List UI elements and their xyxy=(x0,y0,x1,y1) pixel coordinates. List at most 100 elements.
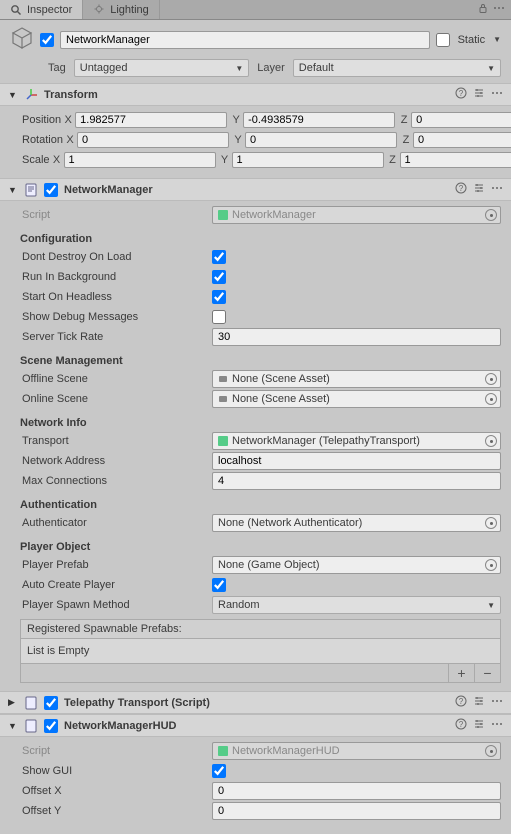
gameobject-enabled-checkbox[interactable] xyxy=(40,33,54,47)
player-prefab-field[interactable]: None (Game Object) xyxy=(212,556,501,574)
spawn-method-dropdown[interactable]: Random▼ xyxy=(212,596,501,614)
object-picker-icon[interactable] xyxy=(485,393,497,405)
axis-z-label: Z xyxy=(397,114,411,126)
script-value: NetworkManager xyxy=(232,209,316,221)
spawnable-empty-text: List is Empty xyxy=(20,639,501,664)
component-enabled-checkbox[interactable] xyxy=(44,183,58,197)
preset-icon[interactable] xyxy=(473,182,485,197)
context-menu-icon[interactable] xyxy=(491,718,503,733)
preset-icon[interactable] xyxy=(473,718,485,733)
add-spawnable-button[interactable]: + xyxy=(448,664,474,682)
script-field: NetworkManagerHUD xyxy=(212,742,501,760)
lock-icon[interactable] xyxy=(477,2,489,17)
transport-label: Transport xyxy=(22,435,212,447)
foldout-icon[interactable]: ▶ xyxy=(8,697,18,708)
context-menu-icon[interactable] xyxy=(491,87,503,102)
transport-field[interactable]: NetworkManager (TelepathyTransport) xyxy=(212,432,501,450)
component-title: NetworkManagerHUD xyxy=(64,720,449,732)
object-picker-icon[interactable] xyxy=(485,517,497,529)
object-picker-icon[interactable] xyxy=(485,373,497,385)
rotation-y-input[interactable] xyxy=(245,132,397,148)
preset-icon[interactable] xyxy=(473,695,485,710)
context-menu-icon[interactable] xyxy=(491,182,503,197)
component-enabled-checkbox[interactable] xyxy=(44,696,58,710)
foldout-icon[interactable]: ▼ xyxy=(8,185,18,195)
scale-x-input[interactable] xyxy=(64,152,216,168)
foldout-icon[interactable]: ▼ xyxy=(8,90,18,100)
scale-label: Scale xyxy=(22,154,50,166)
axis-x-label: X xyxy=(61,114,75,126)
layer-dropdown[interactable]: Default ▼ xyxy=(293,59,501,77)
rotation-label: Rotation xyxy=(22,134,63,146)
offset-x-input[interactable] xyxy=(212,782,501,800)
help-icon[interactable]: ? xyxy=(455,718,467,733)
foldout-icon[interactable]: ▼ xyxy=(8,721,18,731)
help-icon[interactable]: ? xyxy=(455,695,467,710)
component-title: Transform xyxy=(44,89,449,101)
telepathy-header[interactable]: ▶ Telepathy Transport (Script) ? xyxy=(0,691,511,714)
remove-spawnable-button[interactable]: − xyxy=(474,664,500,682)
object-picker-icon[interactable] xyxy=(485,209,497,221)
offline-scene-field[interactable]: None (Scene Asset) xyxy=(212,370,501,388)
show-debug-checkbox[interactable] xyxy=(212,310,226,324)
start-headless-checkbox[interactable] xyxy=(212,290,226,304)
spawnable-prefabs-list: Registered Spawnable Prefabs: List is Em… xyxy=(20,619,501,683)
svg-text:?: ? xyxy=(459,720,464,729)
scale-y-input[interactable] xyxy=(232,152,384,168)
show-gui-label: Show GUI xyxy=(22,765,212,777)
spawn-method-label: Player Spawn Method xyxy=(22,599,212,611)
hud-header[interactable]: ▼ NetworkManagerHUD ? xyxy=(0,714,511,737)
static-dropdown-arrow[interactable]: ▼ xyxy=(493,35,501,44)
position-z-input[interactable] xyxy=(411,112,511,128)
offset-y-label: Offset Y xyxy=(22,805,212,817)
max-conn-input[interactable] xyxy=(212,472,501,490)
component-title: NetworkManager xyxy=(64,184,449,196)
static-checkbox[interactable] xyxy=(436,33,450,47)
script-label: Script xyxy=(22,745,212,757)
component-enabled-checkbox[interactable] xyxy=(44,719,58,733)
show-debug-label: Show Debug Messages xyxy=(22,311,212,323)
spawnable-header: Registered Spawnable Prefabs: xyxy=(20,619,501,639)
rotation-x-input[interactable] xyxy=(77,132,229,148)
position-label: Position xyxy=(22,114,61,126)
authentication-section: Authentication xyxy=(20,499,501,511)
online-scene-field[interactable]: None (Scene Asset) xyxy=(212,390,501,408)
tab-inspector[interactable]: Inspector xyxy=(0,0,83,19)
offset-y-input[interactable] xyxy=(212,802,501,820)
object-picker-icon[interactable] xyxy=(485,435,497,447)
offset-x-label: Offset X xyxy=(22,785,212,797)
tick-rate-input[interactable] xyxy=(212,328,501,346)
help-icon[interactable]: ? xyxy=(455,87,467,102)
networkmanager-header[interactable]: ▼ NetworkManager ? xyxy=(0,178,511,201)
help-icon[interactable]: ? xyxy=(455,182,467,197)
online-scene-label: Online Scene xyxy=(22,393,212,405)
max-conn-label: Max Connections xyxy=(22,475,212,487)
context-menu-icon[interactable] xyxy=(493,2,505,17)
player-object-section: Player Object xyxy=(20,541,501,553)
network-addr-input[interactable] xyxy=(212,452,501,470)
position-y-input[interactable] xyxy=(243,112,395,128)
authenticator-field[interactable]: None (Network Authenticator) xyxy=(212,514,501,532)
preset-icon[interactable] xyxy=(473,87,485,102)
component-title: Telepathy Transport (Script) xyxy=(64,697,449,709)
dont-destroy-checkbox[interactable] xyxy=(212,250,226,264)
context-menu-icon[interactable] xyxy=(491,695,503,710)
tab-lighting[interactable]: Lighting xyxy=(83,0,160,19)
tab-label: Lighting xyxy=(110,4,149,16)
auto-create-checkbox[interactable] xyxy=(212,578,226,592)
gameobject-name-input[interactable] xyxy=(60,31,430,49)
object-picker-icon[interactable] xyxy=(485,745,497,757)
rotation-z-input[interactable] xyxy=(413,132,511,148)
object-picker-icon[interactable] xyxy=(485,559,497,571)
transform-header[interactable]: ▼ Transform ? xyxy=(0,83,511,106)
scale-z-input[interactable] xyxy=(400,152,511,168)
show-gui-checkbox[interactable] xyxy=(212,764,226,778)
offline-scene-label: Offline Scene xyxy=(22,373,212,385)
run-in-bg-checkbox[interactable] xyxy=(212,270,226,284)
gameobject-header: Static ▼ xyxy=(0,20,511,57)
tag-value: Untagged xyxy=(80,62,128,74)
start-headless-label: Start On Headless xyxy=(22,291,212,303)
tag-dropdown[interactable]: Untagged ▼ xyxy=(74,59,250,77)
position-x-input[interactable] xyxy=(75,112,227,128)
axis-y-label: Y xyxy=(229,114,243,126)
